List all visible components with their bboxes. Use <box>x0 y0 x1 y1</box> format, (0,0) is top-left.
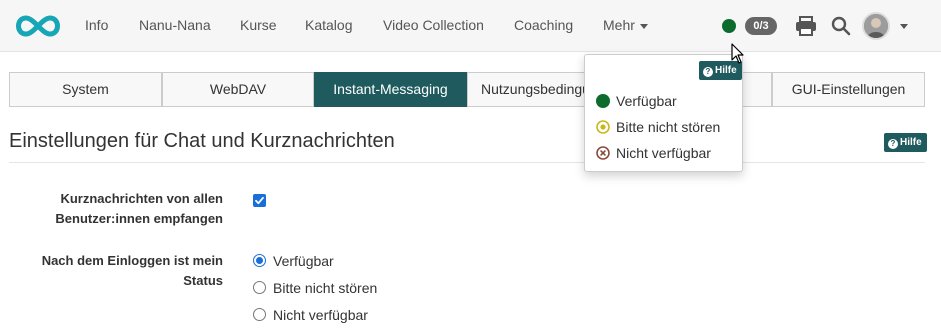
nav-item-mehr-label: Mehr <box>603 17 635 33</box>
dropdown-item-label: Bitte nicht stören <box>616 119 721 135</box>
chat-count-badge[interactable]: 0/3 <box>745 17 777 35</box>
section-help-label: Hilfe <box>900 137 922 148</box>
nav-item-katalog[interactable]: Katalog <box>305 17 352 33</box>
tab-gui-einstellungen[interactable]: GUI-Einstellungen <box>772 72 925 107</box>
status-option-label: Nicht verfügbar <box>273 307 368 323</box>
search-icon[interactable] <box>830 15 852 37</box>
online-status-icon[interactable] <box>722 19 736 33</box>
receive-messages-label-line2: Benutzer:innen empfangen <box>55 211 223 226</box>
nav-item-video-collection[interactable]: Video Collection <box>383 17 484 33</box>
top-navbar: Info Nanu-Nana Kurse Katalog Video Colle… <box>0 0 941 52</box>
status-dropdown-menu: ? Hilfe Verfügbar Bitte nicht stören Nich… <box>584 54 743 172</box>
checkmark-icon <box>255 196 264 205</box>
dropdown-help-label: Hilfe <box>715 65 737 76</box>
mouse-pointer-icon <box>731 43 744 64</box>
receive-messages-label: Kurznachrichten von allen Benutzer:innen… <box>55 189 223 229</box>
infinity-logo-icon[interactable] <box>12 12 64 40</box>
user-menu-chevron-icon[interactable] <box>900 24 908 29</box>
status-radio-dnd[interactable] <box>253 281 266 294</box>
receive-messages-checkbox[interactable] <box>253 194 266 207</box>
status-radio-available[interactable] <box>253 254 266 267</box>
print-icon[interactable] <box>795 15 817 37</box>
tab-instant-messaging[interactable]: Instant-Messaging <box>314 72 467 107</box>
nav-item-nanu-nana[interactable]: Nanu-Nana <box>139 17 211 33</box>
nav-item-coaching[interactable]: Coaching <box>514 17 573 33</box>
user-portrait-icon <box>864 14 888 38</box>
chevron-down-icon <box>639 23 648 29</box>
nav-item-info[interactable]: Info <box>85 17 108 33</box>
status-option-label: Bitte nicht stören <box>273 280 378 296</box>
dropdown-item-label: Verfügbar <box>616 93 677 109</box>
status-radio-unavailable[interactable] <box>253 308 266 321</box>
unavailable-status-icon <box>596 146 610 160</box>
do-not-disturb-status-icon <box>596 120 610 134</box>
receive-messages-label-line1: Kurznachrichten von allen <box>60 191 223 206</box>
dropdown-item-label: Nicht verfügbar <box>616 145 711 161</box>
available-status-icon <box>596 94 610 108</box>
question-icon: ? <box>703 67 713 77</box>
settings-tabs: System WebDAV Instant-Messaging Nutzungs… <box>9 72 925 107</box>
login-status-label: Nach dem Einloggen ist mein Status <box>42 251 223 291</box>
login-status-label-line1: Nach dem Einloggen ist mein <box>41 253 223 268</box>
tab-system[interactable]: System <box>9 72 162 107</box>
section-divider <box>9 162 925 163</box>
question-icon: ? <box>888 139 898 149</box>
status-option-label: Verfügbar <box>273 253 334 269</box>
nav-item-mehr[interactable]: Mehr <box>603 17 648 33</box>
section-title: Einstellungen für Chat und Kurznachricht… <box>9 130 395 152</box>
nav-item-kurse[interactable]: Kurse <box>240 17 277 33</box>
section-help-button[interactable]: ? Hilfe <box>884 133 927 152</box>
user-avatar[interactable] <box>862 12 890 40</box>
tab-webdav[interactable]: WebDAV <box>162 72 314 107</box>
login-status-label-line2: Status <box>183 273 223 288</box>
